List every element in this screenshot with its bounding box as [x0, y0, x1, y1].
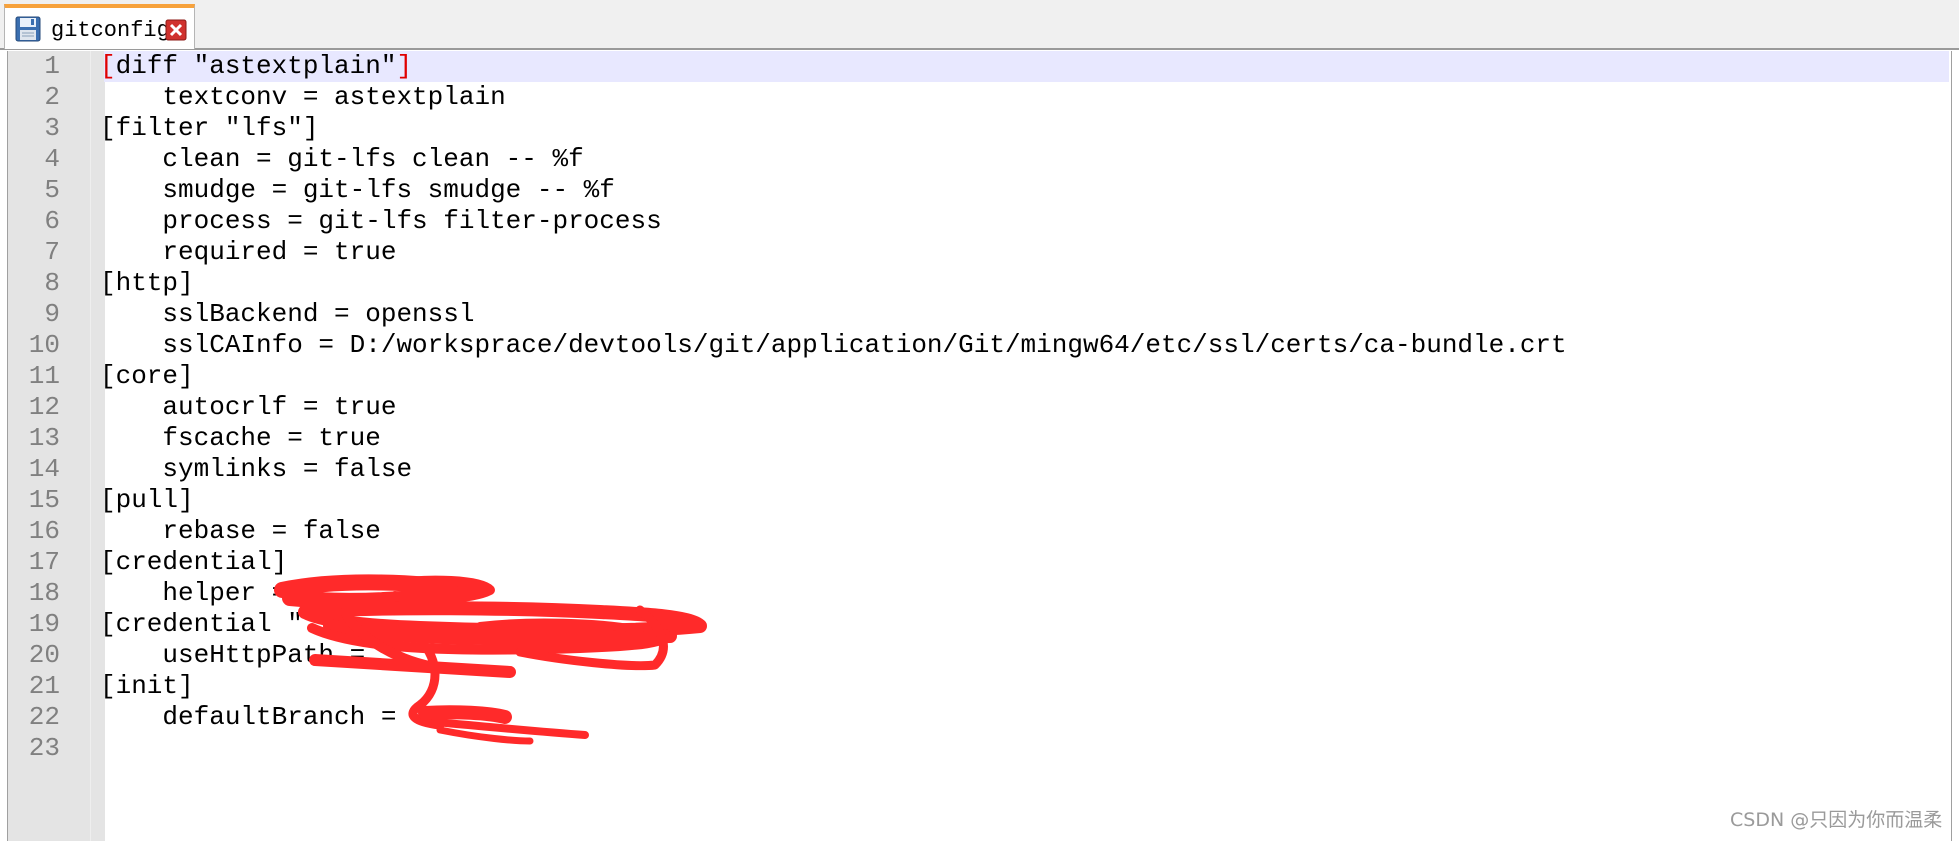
line-number: 1	[44, 51, 60, 81]
line-number: 11	[28, 361, 60, 391]
code-line[interactable]: [http]	[100, 268, 1567, 299]
code-line[interactable]: [diff "astextplain"]	[100, 51, 1567, 82]
code-line[interactable]: defaultBranch =	[100, 702, 1567, 733]
line-number: 15	[28, 485, 60, 515]
line-number: 4	[44, 144, 60, 174]
code-line[interactable]: autocrlf = true	[100, 392, 1567, 423]
line-number: 12	[28, 392, 60, 422]
code-line[interactable]: helper =	[100, 578, 1567, 609]
close-icon[interactable]	[165, 19, 187, 41]
notepadpp-window: gitconfig 1 2 3 4 5 6 7 8 9 10 11 12 13 14 15 16 17 18 19 2…	[0, 0, 1959, 841]
line-number: 7	[44, 237, 60, 267]
code-line[interactable]: required = true	[100, 237, 1567, 268]
watermark: CSDN @只因为你而温柔	[1730, 809, 1943, 831]
line-number: 23	[28, 733, 60, 763]
line-number: 18	[28, 578, 60, 608]
code-line[interactable]: clean = git-lfs clean -- %f	[100, 144, 1567, 175]
line-number: 2	[44, 82, 60, 112]
line-number: 10	[28, 330, 60, 360]
code-line[interactable]: textconv = astextplain	[100, 82, 1567, 113]
brace-match-highlight: ]	[396, 51, 413, 81]
code-line[interactable]: rebase = false	[100, 516, 1567, 547]
tab-label: gitconfig	[51, 18, 170, 43]
code-line[interactable]	[100, 733, 1567, 764]
code-text[interactable]: [diff "astextplain"] textconv = astextpl…	[100, 51, 1567, 764]
line-number: 22	[28, 702, 60, 732]
line-number: 21	[28, 671, 60, 701]
code-line[interactable]: sslBackend = openssl	[100, 299, 1567, 330]
code-line[interactable]: process = git-lfs filter-process	[100, 206, 1567, 237]
code-line[interactable]: fscache = true	[100, 423, 1567, 454]
code-line[interactable]: [credential "	[100, 609, 1567, 640]
line-number: 16	[28, 516, 60, 546]
code-text-segment: diff "astextplain"	[115, 51, 397, 81]
code-line[interactable]: [init]	[100, 671, 1567, 702]
line-number: 14	[28, 454, 60, 484]
brace-match-highlight: [	[100, 51, 116, 81]
editor-area[interactable]: 1 2 3 4 5 6 7 8 9 10 11 12 13 14 15 16 17 18 19 20 21 22 23 [d…	[7, 51, 1952, 841]
line-number: 8	[44, 268, 60, 298]
code-line[interactable]: sslCAInfo = D:/worksprace/devtools/git/a…	[100, 330, 1566, 361]
code-line[interactable]: useHttpPath =	[100, 640, 1567, 671]
code-line[interactable]: [credential]	[100, 547, 1567, 578]
line-number: 19	[28, 609, 60, 639]
line-number: 9	[44, 299, 60, 329]
line-number: 3	[44, 113, 60, 143]
line-number: 5	[44, 175, 60, 205]
line-numbers: 1 2 3 4 5 6 7 8 9 10 11 12 13 14 15 16 17 18 19 20 21 22 23	[8, 51, 60, 764]
code-line[interactable]: symlinks = false	[100, 454, 1567, 485]
tab-bar: gitconfig	[0, 0, 1959, 50]
tab-gitconfig[interactable]: gitconfig	[4, 4, 195, 49]
line-number: 17	[28, 547, 60, 577]
code-line[interactable]: smudge = git-lfs smudge -- %f	[100, 175, 1567, 206]
floppy-disk-icon	[15, 16, 41, 42]
line-number: 6	[44, 206, 60, 236]
line-number: 20	[28, 640, 60, 670]
code-line[interactable]: [core]	[100, 361, 1567, 392]
line-number: 13	[28, 423, 60, 453]
code-line[interactable]: [pull]	[100, 485, 1567, 516]
code-line[interactable]: [filter "lfs"]	[100, 113, 1567, 144]
